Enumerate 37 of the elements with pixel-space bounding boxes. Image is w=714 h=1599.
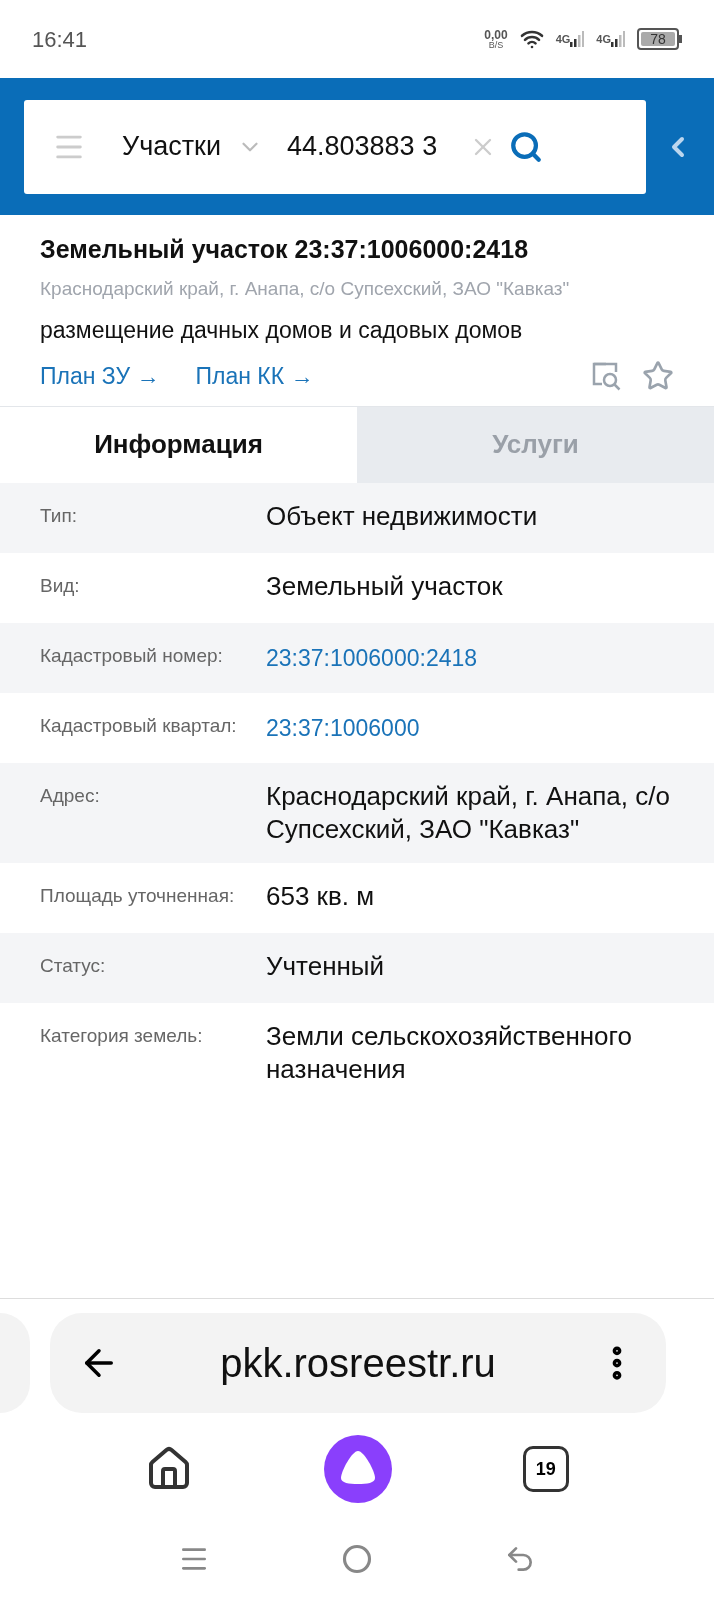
field-value: Учтенный — [266, 949, 386, 983]
field-value: Земельный участок — [266, 569, 504, 603]
object-title: Земельный участок 23:37:1006000:2418 — [40, 234, 530, 265]
field-link[interactable]: 23:37:1006000:2418 — [266, 641, 674, 674]
url-text[interactable]: pkk.rosreestr.ru — [120, 1333, 596, 1393]
tabs-counter[interactable]: 19 — [522, 1446, 569, 1492]
field-value: Объект недвижимости — [266, 499, 539, 533]
field-label: Тип: — [40, 503, 78, 528]
field-value: Краснодарский край, г. Анапа, с/о Супсехский, ЗАО "Кавказ" — [266, 779, 671, 846]
clock: 16:41 — [32, 25, 88, 54]
field-label: Площадь уточненная: — [40, 883, 236, 908]
field-link[interactable]: 23:37:1006000 — [266, 711, 674, 744]
field-value: 653 кв. м — [266, 879, 376, 913]
battery-level: 78 — [650, 32, 666, 46]
field-label: Категория земель: — [40, 1023, 204, 1048]
field-label: Кадастровый номер: — [40, 643, 224, 668]
signal-icon — [611, 30, 625, 47]
field-label: Адрес: — [40, 783, 101, 808]
object-address: Краснодарский край, г. Анапа, с/о Супсехский, ЗАО "Кавказ" — [40, 276, 571, 301]
field-label: Статус: — [40, 953, 107, 978]
layer-dropdown[interactable]: Участки — [122, 126, 263, 167]
assistant-icon[interactable] — [324, 1435, 392, 1503]
plan-link[interactable]: План ЗУ → — [40, 359, 160, 394]
home-nav-icon[interactable] — [342, 1544, 372, 1574]
search-icon[interactable] — [509, 129, 543, 164]
search-document-icon[interactable] — [590, 360, 622, 393]
network-type: 4G — [596, 31, 611, 47]
object-usage: размещение дачных домов и садовых домов — [40, 315, 524, 345]
field-value: Земли сельскохозяйственного назначения — [266, 1019, 633, 1086]
plan-link[interactable]: План КК → — [195, 359, 314, 394]
field-label: Кадастровый квартал: — [40, 713, 238, 738]
field-label: Вид: — [40, 573, 81, 598]
net-speed-unit: B/S — [488, 40, 504, 50]
signal-icon — [570, 30, 585, 47]
net-speed: 0,00 — [484, 28, 508, 41]
network-type: 4G — [555, 31, 571, 47]
search-field[interactable]: 44.803883 3 — [287, 126, 457, 167]
